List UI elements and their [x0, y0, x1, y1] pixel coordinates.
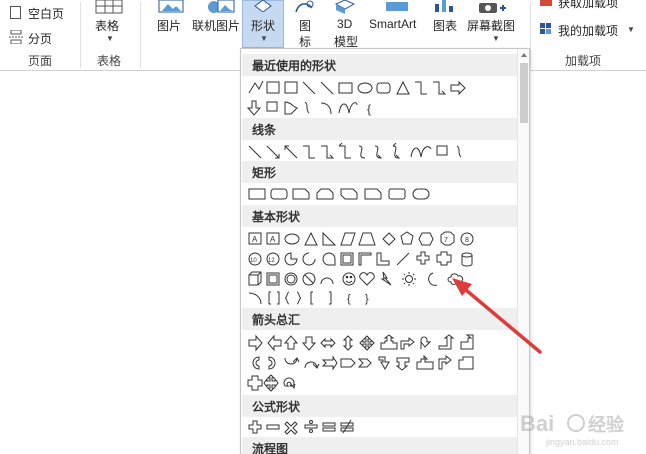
group-label-table: 表格 [97, 54, 122, 68]
table-icon [95, 0, 123, 14]
section-header-flowchart: 流程图 [242, 437, 528, 454]
separator [530, 2, 531, 68]
separator [140, 2, 141, 68]
get-addins-button[interactable]: 获取加载项 [558, 0, 618, 11]
shape-row-basic-2[interactable]: 10 12 [247, 250, 487, 268]
section-header-equation: 公式形状 [242, 395, 528, 417]
svg-text:A: A [252, 235, 258, 244]
shape-row-rectangles[interactable] [247, 185, 487, 203]
blank-page-button[interactable]: 空白页 [28, 5, 64, 22]
svg-text:经验: 经验 [588, 414, 625, 435]
chart-icon [435, 0, 453, 12]
section-header-basic: 基本形状 [242, 205, 528, 227]
3d-model-icon [334, 0, 356, 14]
shape-row-basic-1[interactable]: A A 7 8 [247, 230, 487, 248]
store-icon [540, 0, 552, 6]
section-header-recent: 最近使用的形状 [242, 54, 528, 76]
svg-text:7: 7 [444, 237, 448, 244]
svg-text:}: } [365, 293, 369, 305]
shapes-label: 形状 [251, 19, 276, 33]
baidu-jingyan-logo: Bai 经验 jingyan.baidu.com [520, 411, 625, 447]
svg-text:{: { [367, 102, 371, 116]
smartart-icon [386, 2, 408, 11]
chart-button[interactable]: 图表 [433, 17, 457, 34]
page-break-button[interactable]: 分页 [28, 30, 52, 47]
shapes-icon [254, 0, 272, 12]
picture-icon [158, 0, 184, 13]
section-header-lines: 线条 [242, 118, 528, 140]
shape-row-equation[interactable] [247, 418, 487, 436]
chevron-down-icon[interactable]: ▼ [492, 34, 500, 43]
gallery-scrollbar[interactable] [517, 49, 529, 454]
shapes-gallery: 最近使用的形状 { 线条 矩形 基本形状 A A 7 8 10 12 {} 箭… [240, 48, 530, 454]
shape-row-lines[interactable] [247, 143, 487, 161]
chevron-down-icon[interactable]: ▼ [106, 34, 114, 43]
scroll-thumb[interactable] [520, 63, 528, 123]
blank-page-icon [10, 6, 21, 19]
chevron-up-icon [521, 53, 527, 57]
screenshot-button[interactable]: 屏幕截图 [467, 17, 515, 34]
svg-text:Bai: Bai [520, 411, 554, 436]
chevron-down-icon[interactable]: ▼ [260, 34, 268, 43]
screenshot-icon [479, 3, 506, 13]
addins-icon [540, 23, 551, 34]
my-addins-button[interactable]: 我的加载项 [558, 22, 618, 39]
icons-icon [295, 0, 314, 13]
svg-text:A: A [270, 235, 276, 244]
chevron-down-icon[interactable]: ▼ [627, 25, 635, 34]
3d-model-button[interactable]: 3D [337, 17, 352, 31]
smartart-button[interactable]: SmartArt [369, 17, 416, 31]
annotation-arrow [452, 278, 542, 354]
shape-row-recent-1[interactable] [247, 79, 487, 97]
table-button[interactable]: 表格 [95, 17, 119, 34]
svg-text:12: 12 [268, 258, 275, 264]
svg-text:8: 8 [465, 237, 469, 244]
svg-text:10: 10 [250, 258, 257, 264]
shape-row-arrows-3[interactable] [247, 374, 487, 392]
shape-row-recent-2[interactable]: { [247, 99, 487, 117]
group-label-pages: 页面 [28, 54, 53, 68]
svg-text:{: { [347, 293, 351, 305]
picture-button[interactable]: 图片 [157, 17, 181, 34]
page-break-icon [9, 30, 23, 44]
separator [80, 2, 81, 68]
svg-text:jingyan.baidu.com: jingyan.baidu.com [545, 437, 619, 447]
icons-button[interactable]: 图 [299, 17, 311, 34]
online-picture-button[interactable]: 联机图片 [192, 17, 240, 34]
section-header-rectangles: 矩形 [242, 161, 528, 183]
scroll-up-button[interactable] [518, 49, 530, 61]
group-label-addins: 加载项 [565, 54, 602, 68]
watermark: Bai 经验 jingyan.baidu.com [516, 409, 636, 452]
online-picture-icon [208, 0, 235, 13]
